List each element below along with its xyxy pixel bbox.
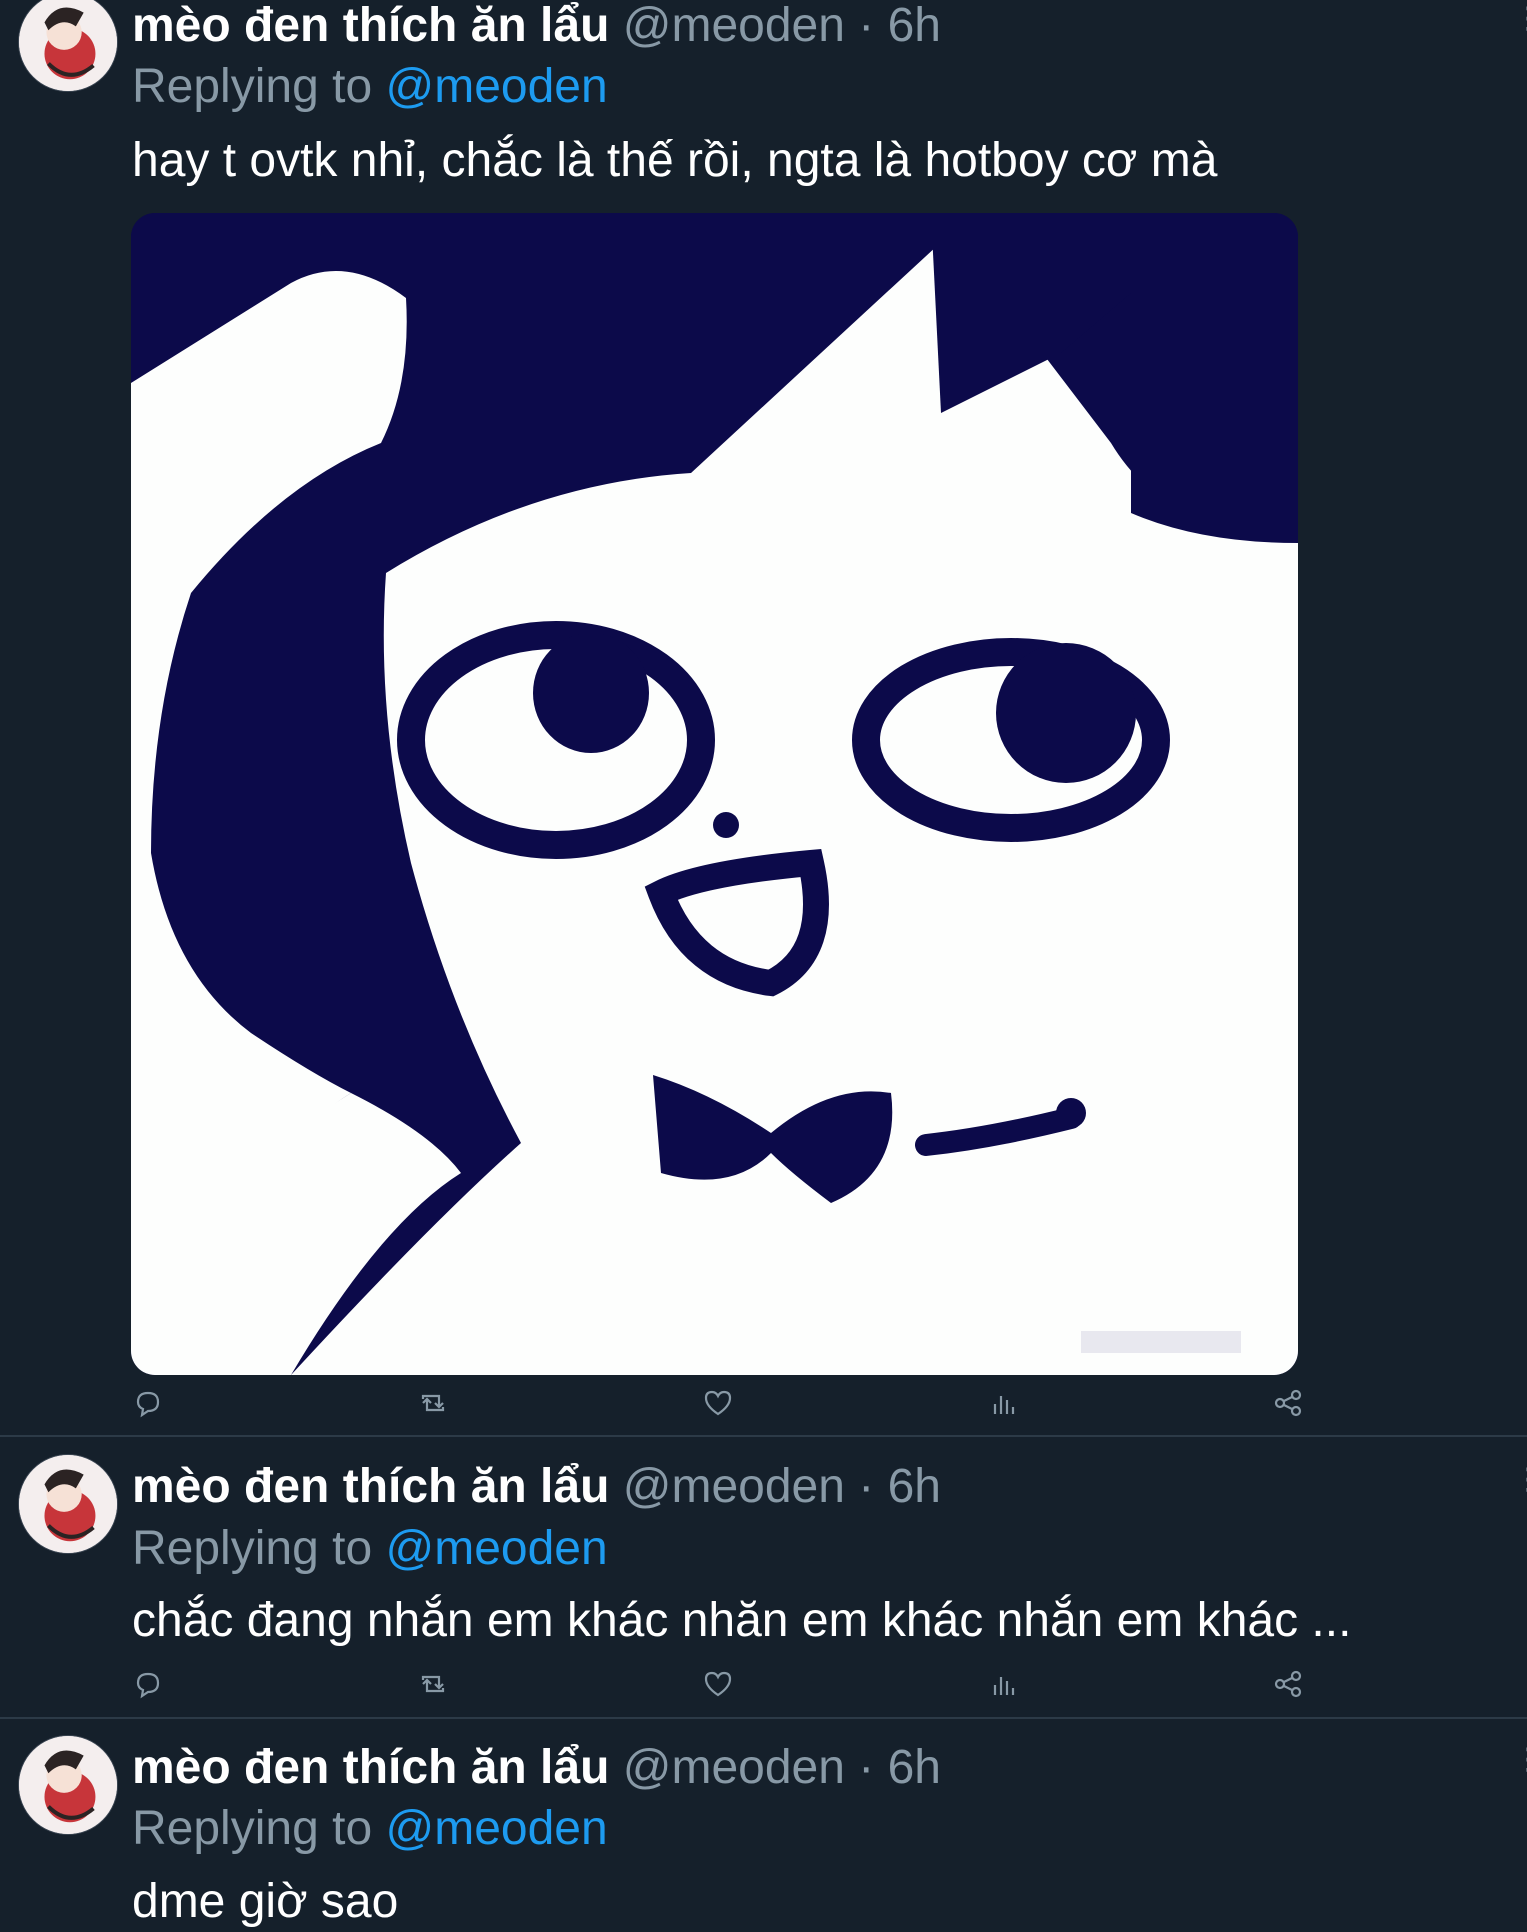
display-name[interactable]: mèo đen thích ăn lẩu (132, 0, 609, 52)
tweet-header: mèo đen thích ăn lẩu @meoden · 6h (132, 1459, 941, 1515)
tweet-image[interactable] (131, 213, 1298, 1375)
user-handle[interactable]: @meoden (623, 1741, 845, 1794)
share-icon[interactable] (1272, 1387, 1312, 1427)
user-handle[interactable]: @meoden (623, 0, 845, 52)
avatar[interactable] (18, 1454, 118, 1554)
retweet-icon[interactable] (417, 1668, 457, 1708)
replying-to: Replying to @meoden (132, 59, 608, 115)
replying-label: Replying to (132, 1802, 373, 1855)
tweet-header: mèo đen thích ăn lẩu @meoden · 6h (132, 0, 941, 54)
analytics-icon[interactable] (987, 1668, 1027, 1708)
timestamp[interactable]: 6h (888, 1460, 941, 1513)
share-icon[interactable] (1272, 1668, 1312, 1708)
separator-dot: · (858, 1741, 875, 1794)
more-icon[interactable]: ⋮ (1513, 4, 1527, 34)
tweet-text: hay t ovtk nhỉ, chắc là thế rồi, ngta là… (132, 134, 1218, 187)
more-icon[interactable]: ⋮ (1513, 1465, 1527, 1495)
tweet-text: chắc đang nhắn em khác nhăn em khác nhắn… (132, 1594, 1352, 1647)
display-name[interactable]: mèo đen thích ăn lẩu (132, 1460, 609, 1513)
replying-label: Replying to (132, 1522, 373, 1575)
avatar[interactable] (18, 1735, 118, 1835)
replying-to: Replying to @meoden (132, 1521, 608, 1577)
tweet-actions (132, 1668, 1302, 1708)
avatar[interactable] (18, 0, 118, 92)
replying-to: Replying to @meoden (132, 1801, 608, 1857)
tweet-text: dme giờ sao (132, 1875, 399, 1928)
like-icon[interactable] (702, 1387, 742, 1427)
mention-link[interactable]: @meoden (385, 1522, 607, 1575)
timestamp[interactable]: 6h (888, 1741, 941, 1794)
separator-dot: · (858, 1460, 875, 1513)
reply-icon[interactable] (132, 1668, 172, 1708)
tweet-actions (132, 1387, 1302, 1427)
mention-link[interactable]: @meoden (385, 1802, 607, 1855)
like-icon[interactable] (702, 1668, 742, 1708)
tweet[interactable]: mèo đen thích ăn lẩu @meoden · 6h ⋮ Repl… (0, 1719, 1527, 1928)
tweet[interactable]: mèo đen thích ăn lẩu @meoden · 6h ⋮ Repl… (0, 1437, 1527, 1717)
replying-label: Replying to (132, 60, 373, 113)
user-handle[interactable]: @meoden (623, 1460, 845, 1513)
reply-icon[interactable] (132, 1387, 172, 1427)
retweet-icon[interactable] (417, 1387, 457, 1427)
tweet-header: mèo đen thích ăn lẩu @meoden · 6h (132, 1740, 941, 1796)
analytics-icon[interactable] (987, 1387, 1027, 1427)
mention-link[interactable]: @meoden (385, 60, 607, 113)
tweet[interactable]: mèo đen thích ăn lẩu @meoden · 6h ⋮ Repl… (0, 0, 1527, 1435)
timestamp[interactable]: 6h (888, 0, 941, 52)
separator-dot: · (858, 0, 875, 52)
more-icon[interactable]: ⋮ (1513, 1745, 1527, 1775)
display-name[interactable]: mèo đen thích ăn lẩu (132, 1741, 609, 1794)
